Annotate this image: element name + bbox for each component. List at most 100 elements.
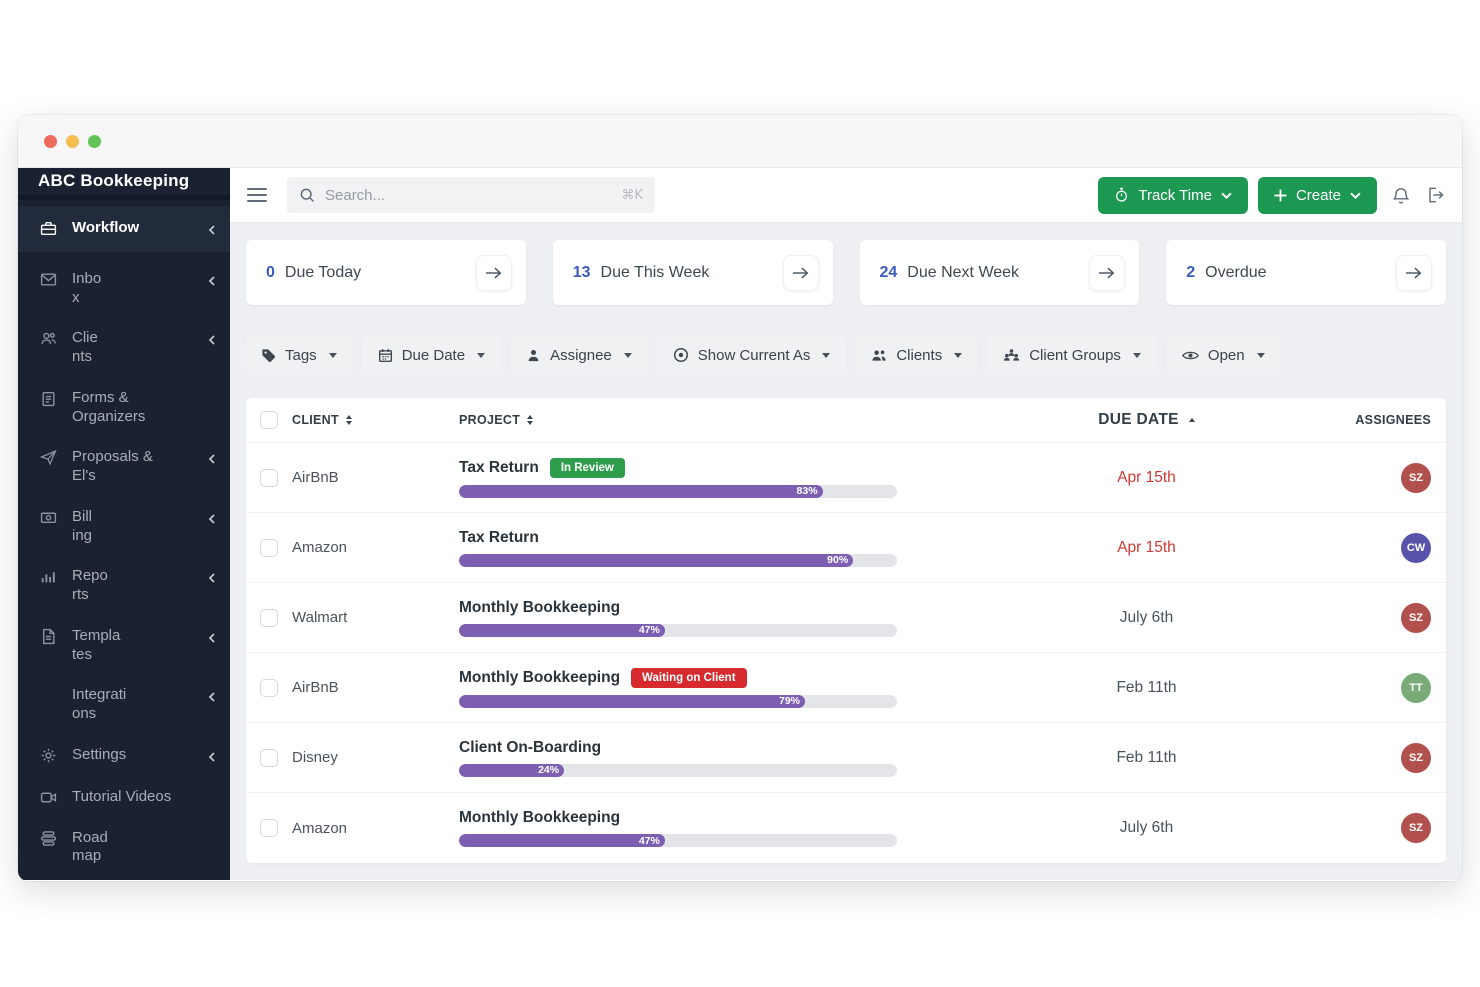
sidebar-item-label: Settings (72, 746, 193, 765)
filter-assignee[interactable]: Assignee (511, 336, 647, 374)
sidebar-item-billing[interactable]: Bill ing (18, 498, 230, 556)
client-name: Amazon (292, 820, 459, 837)
column-header-client[interactable]: CLIENT (292, 413, 459, 427)
menu-icon[interactable] (247, 188, 267, 202)
sidebar-item-templates[interactable]: Templa tes (18, 617, 230, 675)
sidebar-item-workflow[interactable]: Workflow (18, 206, 230, 252)
card-due-next-week[interactable]: 24 Due Next Week (860, 240, 1140, 305)
window-titlebar (18, 115, 1462, 168)
card-due-this-week[interactable]: 13 Due This Week (553, 240, 833, 305)
sidebar-item-label: Inbo x (72, 270, 193, 308)
search-box[interactable]: ⌘K (287, 177, 655, 213)
paper-plane-icon (39, 449, 57, 466)
sidebar-item-label: Tutorial Videos (72, 788, 216, 807)
tag-icon (261, 348, 276, 363)
filter-due-date[interactable]: Due Date (363, 336, 500, 374)
card-overdue[interactable]: 2 Overdue (1166, 240, 1446, 305)
assignee-avatar[interactable]: SZ (1401, 603, 1431, 633)
client-name: AirBnB (292, 469, 459, 486)
search-input[interactable] (325, 187, 611, 204)
table-row[interactable]: Disney Client On-Boarding 24% Feb 11th S… (246, 723, 1446, 793)
row-checkbox[interactable] (260, 469, 278, 487)
filter-show-current-as[interactable]: Show Current As (658, 336, 846, 374)
row-checkbox[interactable] (260, 749, 278, 767)
assignee-avatar[interactable]: SZ (1401, 743, 1431, 773)
client-name: Walmart (292, 609, 459, 626)
sidebar-item-forms-organizers[interactable]: Forms & Organizers (18, 379, 230, 437)
table-row[interactable]: AirBnB Tax Return In Review 83% (246, 443, 1446, 513)
sidebar-item-tutorial-videos[interactable]: Tutorial Videos (18, 778, 230, 817)
sidebar-item-label: Templa tes (72, 627, 193, 665)
sidebar-item-inbox[interactable]: Inbo x (18, 260, 230, 318)
card-count: 24 (880, 264, 898, 282)
sidebar: ABC Bookkeeping Workflow Inbo x (18, 168, 230, 880)
logout-icon[interactable] (1425, 185, 1445, 205)
sidebar-item-proposals[interactable]: Proposals & El's (18, 438, 230, 496)
assignee-avatar[interactable]: SZ (1401, 463, 1431, 493)
chevron-left-icon (208, 451, 216, 468)
sidebar-item-label: Forms & Organizers (72, 389, 216, 427)
chevron-left-icon (208, 222, 216, 239)
sidebar-item-reports[interactable]: Repo rts (18, 557, 230, 615)
card-label: Due This Week (601, 264, 710, 282)
minimize-window-button[interactable] (66, 135, 79, 148)
track-time-button[interactable]: Track Time (1098, 177, 1248, 214)
chevron-down-icon (1221, 192, 1232, 199)
assignee-avatar[interactable]: SZ (1401, 813, 1431, 843)
maximize-window-button[interactable] (88, 135, 101, 148)
due-date: Feb 11th (905, 679, 1318, 697)
row-checkbox[interactable] (260, 539, 278, 557)
column-header-due-date[interactable]: DUE DATE (905, 411, 1318, 429)
plus-icon (1274, 189, 1287, 202)
assignee-avatar[interactable]: CW (1401, 533, 1431, 563)
due-date: July 6th (905, 819, 1318, 837)
sidebar-item-settings[interactable]: Settings (18, 736, 230, 776)
project-name[interactable]: Client On-Boarding (459, 739, 601, 757)
arrow-right-icon[interactable] (783, 255, 819, 291)
select-all-checkbox[interactable] (260, 411, 278, 429)
sidebar-item-clients[interactable]: Clie nts (18, 319, 230, 377)
calendar-icon (378, 348, 393, 363)
table-row[interactable]: AirBnB Monthly Bookkeeping Waiting on Cl… (246, 653, 1446, 723)
close-window-button[interactable] (44, 135, 57, 148)
chevron-left-icon (208, 570, 216, 587)
table-row[interactable]: Amazon Tax Return 90% Apr 15th CW (246, 513, 1446, 583)
row-checkbox[interactable] (260, 819, 278, 837)
table-row[interactable]: Walmart Monthly Bookkeeping 47% July 6th… (246, 583, 1446, 653)
table-row[interactable]: Amazon Monthly Bookkeeping 47% July 6th … (246, 793, 1446, 863)
project-name[interactable]: Monthly Bookkeeping (459, 809, 620, 827)
arrow-right-icon[interactable] (1089, 255, 1125, 291)
table-header-row: CLIENT PROJECT DUE DATE ASSIGNEES (246, 398, 1446, 443)
forms-icon (39, 390, 57, 407)
sort-asc-icon (1189, 418, 1195, 422)
brand-title: ABC Bookkeeping (18, 168, 230, 195)
project-name[interactable]: Monthly Bookkeeping (459, 599, 620, 617)
create-button[interactable]: Create (1258, 177, 1377, 214)
arrow-right-icon[interactable] (476, 255, 512, 291)
project-name[interactable]: Monthly Bookkeeping (459, 669, 620, 687)
filter-open[interactable]: Open (1167, 336, 1280, 374)
progress-value: 47% (639, 835, 665, 847)
sidebar-footer: Settings Tutorial Videos Road map (18, 736, 230, 880)
filter-client-groups[interactable]: Client Groups (988, 336, 1156, 374)
create-label: Create (1296, 187, 1341, 204)
row-checkbox[interactable] (260, 609, 278, 627)
assignee-avatar[interactable]: TT (1401, 673, 1431, 703)
envelope-icon (39, 271, 57, 288)
person-icon (526, 348, 541, 363)
card-label: Due Next Week (907, 264, 1019, 282)
filter-bar: Tags Due Date Assignee Show Current As (246, 336, 1446, 374)
arrow-right-icon[interactable] (1396, 255, 1432, 291)
card-due-today[interactable]: 0 Due Today (246, 240, 526, 305)
row-checkbox[interactable] (260, 679, 278, 697)
filter-clients[interactable]: Clients (856, 336, 977, 374)
sidebar-item-roadmap[interactable]: Road map (18, 819, 230, 877)
project-name[interactable]: Tax Return (459, 529, 539, 547)
notifications-bell-icon[interactable] (1391, 185, 1411, 206)
filter-tags[interactable]: Tags (246, 336, 352, 374)
users-icon (871, 348, 887, 363)
sidebar-item-integrations[interactable]: Integrati ons (18, 676, 230, 734)
column-header-project[interactable]: PROJECT (459, 413, 905, 427)
filter-label: Assignee (550, 347, 612, 364)
project-name[interactable]: Tax Return (459, 459, 539, 477)
